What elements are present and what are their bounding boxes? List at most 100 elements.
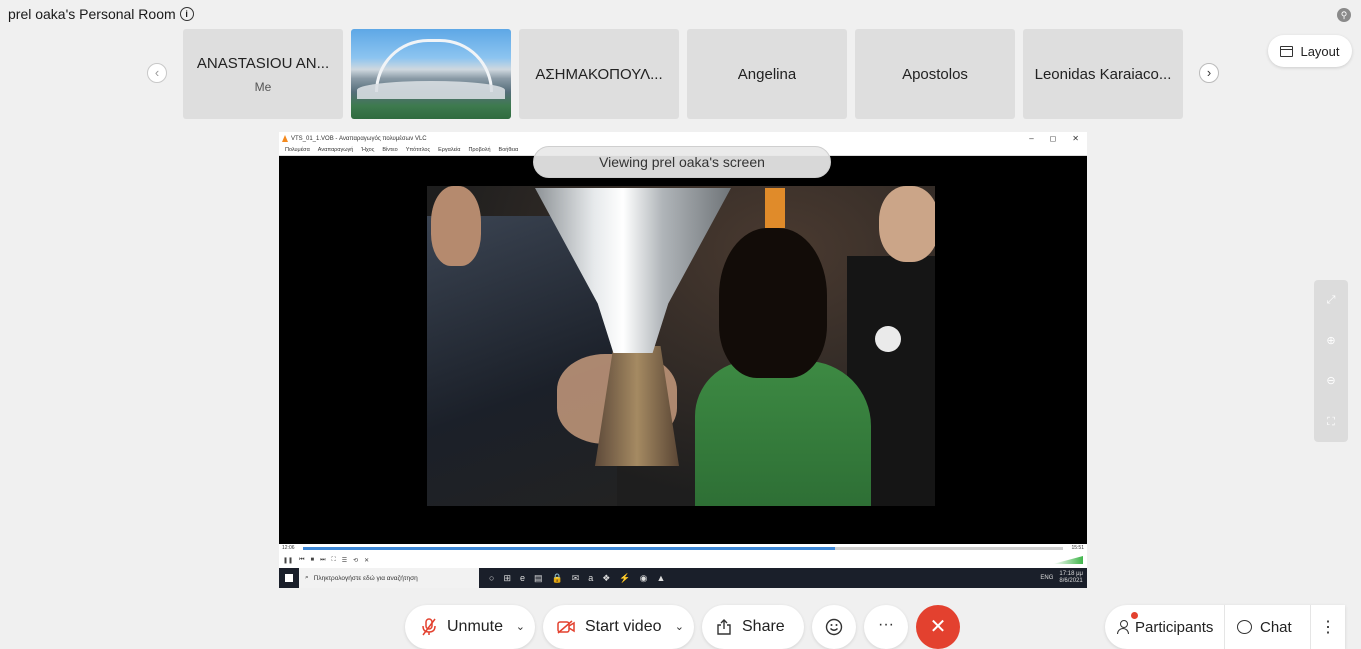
participant-name: Angelina (737, 65, 797, 83)
layout-icon (1280, 45, 1294, 57)
participant-tile[interactable]: Leonidas Karaiaco... (1023, 29, 1183, 119)
system-tray: ENG 17:18 μμ 8/6/2021 (1040, 568, 1083, 588)
meeting-info-icon[interactable]: ⚲ (1337, 8, 1351, 22)
video-frame (427, 186, 935, 506)
muted-microphone-icon (422, 618, 436, 636)
tray-language: ENG (1040, 575, 1054, 581)
participant-name: Apostolos (902, 65, 968, 83)
chevron-down-icon[interactable]: ⌄ (675, 620, 684, 633)
person-icon (1117, 620, 1129, 634)
search-icon: ⌕ (305, 574, 309, 581)
video-green-shirt (695, 361, 871, 506)
gallery-prev-button[interactable]: ‹ (147, 63, 167, 83)
screen-share-toolbar: ⤢ ⊕ ⊖ ⛶ (1314, 280, 1348, 442)
viewing-screen-banner: Viewing prel oaka's screen (533, 146, 831, 178)
participant-tile[interactable]: ANASTASIOU AN... Me (183, 29, 343, 119)
info-icon[interactable]: i (179, 7, 194, 21)
start-video-label: Start video (585, 618, 662, 635)
chat-bubble-icon (1237, 620, 1252, 634)
maximize-icon: ◻ (1049, 134, 1057, 143)
next-icon: ⏭ (320, 556, 326, 563)
expand-icon[interactable]: ⤢ (1323, 292, 1339, 308)
panel-buttons: Participants Chat ⋮ (1105, 605, 1345, 649)
explorer-icon: ▤ (534, 572, 543, 583)
participant-tile-video[interactable] (351, 29, 511, 119)
fit-screen-icon[interactable]: ⛶ (1323, 414, 1339, 430)
participant-name: Leonidas Karaiaco... (1034, 65, 1172, 83)
volume-icon (1053, 556, 1083, 564)
room-title: prel oaka's Personal Room i (8, 6, 194, 22)
participant-name: ΑΣΗΜΑΚΟΠΟΥΛ... (535, 65, 663, 83)
share-label: Share (742, 618, 785, 635)
vlc-taskbar-icon: ▲ (656, 572, 666, 583)
vlc-controls: ❚❚ ⏮ ■ ⏭ ⛶ ☰ ⟲ ✕ (279, 552, 1087, 568)
taskbar-search: ⌕ Πληκτρολογήστε εδώ για αναζήτηση (299, 568, 479, 588)
stop-icon: ■ (310, 557, 315, 563)
tray-clock: 17:18 μμ 8/6/2021 (1059, 571, 1083, 585)
loop-icon: ⟲ (353, 557, 359, 564)
video-off-icon (557, 620, 575, 634)
amazon-icon: a (588, 572, 594, 583)
chevron-down-icon[interactable]: ⌄ (516, 620, 525, 633)
window-controls: – ◻ ✕ (1029, 132, 1079, 145)
vlc-menu-item: Βίντεο (382, 147, 398, 153)
participant-self-label: Me (254, 79, 272, 94)
vlc-titlebar: VTS_01_1.VOB - Αναπαραγωγός πολυμέσων VL… (279, 132, 1087, 145)
unmute-button[interactable]: Unmute ⌄ (405, 605, 535, 649)
seek-progress (303, 547, 835, 550)
layout-button[interactable]: Layout (1268, 35, 1352, 67)
video-face-right (879, 186, 935, 262)
chat-label: Chat (1260, 618, 1292, 636)
windows-start-icon (279, 568, 299, 588)
participants-label: Participants (1135, 618, 1214, 636)
seek-track (303, 547, 1063, 550)
vlc-menu-item: Υπότιτλος (405, 147, 431, 153)
participants-button[interactable]: Participants (1105, 605, 1225, 649)
vlc-menu-item: Εργαλεία (438, 147, 461, 153)
vlc-seekbar: 12:06 15:51 (279, 544, 1087, 552)
panel-more-button[interactable]: ⋮ (1311, 617, 1345, 637)
tray-clock-date: 8/6/2021 (1059, 578, 1083, 584)
playlist-icon: ☰ (341, 557, 348, 564)
windows-taskbar: ⌕ Πληκτρολογήστε εδώ για αναζήτηση ○ ⊞ e… (279, 568, 1087, 588)
taskbar-apps: ○ ⊞ e ▤ 🔒 ✉ a ❖ ⚡ ◉ ▲ (489, 573, 665, 584)
unmute-label: Unmute (447, 618, 504, 635)
participant-name: ANASTASIOU AN... (196, 54, 330, 72)
shared-screen: VTS_01_1.VOB - Αναπαραγωγός πολυμέσων VL… (279, 132, 1087, 588)
participant-tile[interactable]: Apostolos (855, 29, 1015, 119)
reactions-button[interactable] (812, 605, 856, 649)
gallery-next-button[interactable]: › (1199, 63, 1219, 83)
zoom-out-icon[interactable]: ⊖ (1323, 373, 1339, 389)
video-crest (875, 326, 901, 352)
video-lanyard (765, 188, 785, 228)
vlc-menu-item: Βοήθεια (498, 147, 519, 153)
share-button[interactable]: Share (702, 605, 804, 649)
elapsed-time: 12:06 (282, 545, 295, 551)
vlc-menu-item: Προβολή (468, 147, 491, 153)
more-options-button[interactable]: ··· (864, 605, 908, 649)
start-video-button[interactable]: Start video ⌄ (543, 605, 694, 649)
pause-icon: ❚❚ (283, 557, 294, 564)
notification-dot (1131, 612, 1138, 619)
smiley-icon (825, 618, 843, 636)
participant-tile[interactable]: ΑΣΗΜΑΚΟΠΟΥΛ... (519, 29, 679, 119)
video-face-left (431, 186, 481, 266)
vlc-menu-item: Αναπαραγωγή (317, 147, 354, 153)
zoom-in-icon[interactable]: ⊕ (1323, 333, 1339, 349)
vlc-menu-item: Πολυμέσα (285, 147, 310, 153)
chat-button[interactable]: Chat (1225, 605, 1311, 649)
total-time: 15:51 (1071, 545, 1084, 551)
vlc-cone-icon (282, 135, 288, 142)
chrome-icon: ◉ (639, 572, 648, 583)
mail-icon: ✉ (571, 572, 580, 583)
leave-meeting-button[interactable]: ✕ (916, 605, 960, 649)
store-icon: 🔒 (551, 572, 563, 583)
winamp-icon: ⚡ (619, 572, 631, 583)
edge-icon: e (519, 572, 525, 583)
previous-icon: ⏮ (299, 556, 305, 563)
vlc-menu-item: Ήχος (361, 147, 375, 153)
layout-label: Layout (1300, 43, 1340, 59)
close-icon: ✕ (1072, 134, 1079, 143)
video-hair (719, 228, 827, 378)
participant-tile[interactable]: Angelina (687, 29, 847, 119)
